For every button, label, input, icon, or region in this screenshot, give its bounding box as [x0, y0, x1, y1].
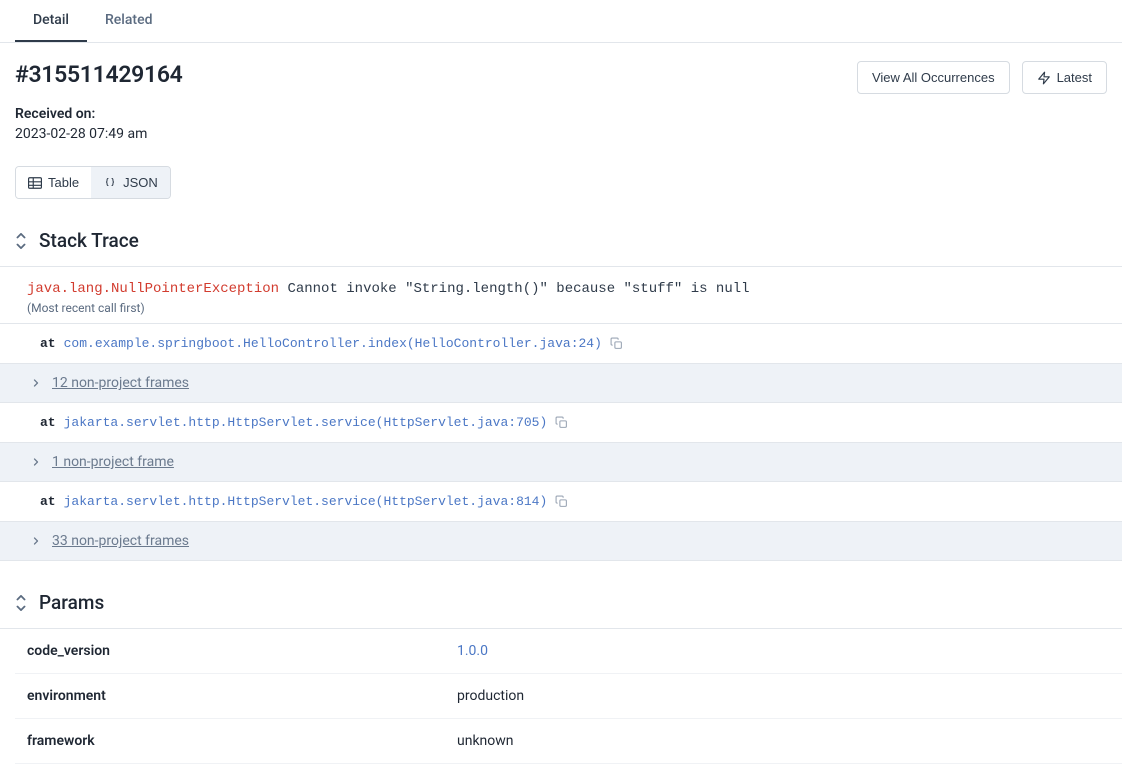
- params-row: code_version1.0.0: [15, 629, 1122, 674]
- tabs-bar: Detail Related: [0, 0, 1122, 43]
- frame-at-label: at: [40, 415, 56, 430]
- latest-label: Latest: [1057, 70, 1092, 85]
- lightning-icon: [1037, 71, 1051, 85]
- params-value: unknown: [457, 733, 514, 749]
- params-row: environmentproduction: [15, 674, 1122, 719]
- params-table: code_version1.0.0environmentproductionfr…: [15, 629, 1122, 764]
- tab-related[interactable]: Related: [87, 0, 170, 42]
- stack-frames-list: at com.example.springboot.HelloControlle…: [0, 324, 1122, 561]
- view-json-button[interactable]: JSON: [91, 167, 170, 198]
- chevron-right-icon: [30, 377, 42, 389]
- latest-button[interactable]: Latest: [1022, 61, 1107, 94]
- copy-icon[interactable]: [555, 416, 568, 429]
- stack-trace-title: Stack Trace: [39, 229, 139, 252]
- table-icon: [28, 177, 42, 189]
- chevron-right-icon: [30, 456, 42, 468]
- collapsed-frames-toggle[interactable]: 12 non-project frames: [0, 364, 1122, 403]
- view-all-occurrences-button[interactable]: View All Occurrences: [857, 61, 1010, 94]
- params-value[interactable]: 1.0.0: [457, 643, 488, 659]
- frame-at-label: at: [40, 494, 56, 509]
- collapsed-frames-toggle[interactable]: 1 non-project frame: [0, 443, 1122, 482]
- frame-location: jakarta.servlet.http.HttpServlet.service…: [64, 415, 548, 430]
- frame-location: jakarta.servlet.http.HttpServlet.service…: [64, 494, 548, 509]
- collapse-toggle-icon[interactable]: [15, 595, 27, 611]
- braces-icon: [103, 177, 117, 189]
- received-on-label: Received on:: [15, 106, 1107, 122]
- copy-icon[interactable]: [610, 337, 623, 350]
- collapsed-frames-label: 33 non-project frames: [52, 533, 189, 549]
- stack-trace-header: Stack Trace: [0, 199, 1122, 267]
- chevron-right-icon: [30, 535, 42, 547]
- params-title: Params: [39, 591, 104, 614]
- exception-order-note: (Most recent call first): [27, 301, 1107, 315]
- header-row: #315511429164 View All Occurrences Lates…: [0, 43, 1122, 94]
- view-table-button[interactable]: Table: [16, 167, 91, 198]
- copy-icon[interactable]: [555, 495, 568, 508]
- exception-class: java.lang.NullPointerException: [27, 281, 279, 297]
- params-value: production: [457, 688, 524, 704]
- view-json-label: JSON: [123, 175, 158, 190]
- collapsed-frames-toggle[interactable]: 33 non-project frames: [0, 522, 1122, 561]
- params-key: environment: [27, 688, 457, 704]
- stack-frame[interactable]: at jakarta.servlet.http.HttpServlet.serv…: [0, 403, 1122, 443]
- params-row: frameworkunknown: [15, 719, 1122, 764]
- frame-at-label: at: [40, 336, 56, 351]
- collapsed-frames-label: 12 non-project frames: [52, 375, 189, 391]
- view-all-occurrences-label: View All Occurrences: [872, 70, 995, 85]
- header-buttons: View All Occurrences Latest: [857, 61, 1107, 94]
- exception-header: java.lang.NullPointerException Cannot in…: [0, 267, 1122, 324]
- collapsed-frames-label: 1 non-project frame: [52, 454, 174, 470]
- frame-location: com.example.springboot.HelloController.i…: [64, 336, 602, 351]
- params-key: framework: [27, 733, 457, 749]
- stack-frame[interactable]: at com.example.springboot.HelloControlle…: [0, 324, 1122, 364]
- view-table-label: Table: [48, 175, 79, 190]
- params-key: code_version: [27, 643, 457, 659]
- view-format-toggle: Table JSON: [15, 166, 171, 199]
- collapse-toggle-icon[interactable]: [15, 233, 27, 249]
- params-header: Params: [0, 561, 1122, 629]
- stack-frame[interactable]: at jakarta.servlet.http.HttpServlet.serv…: [0, 482, 1122, 522]
- exception-message: Cannot invoke "String.length()" because …: [287, 281, 749, 297]
- received-on-block: Received on: 2023-02-28 07:49 am: [0, 94, 1122, 142]
- occurrence-id: #315511429164: [15, 61, 183, 88]
- received-on-value: 2023-02-28 07:49 am: [15, 126, 1107, 142]
- tab-detail[interactable]: Detail: [15, 0, 87, 42]
